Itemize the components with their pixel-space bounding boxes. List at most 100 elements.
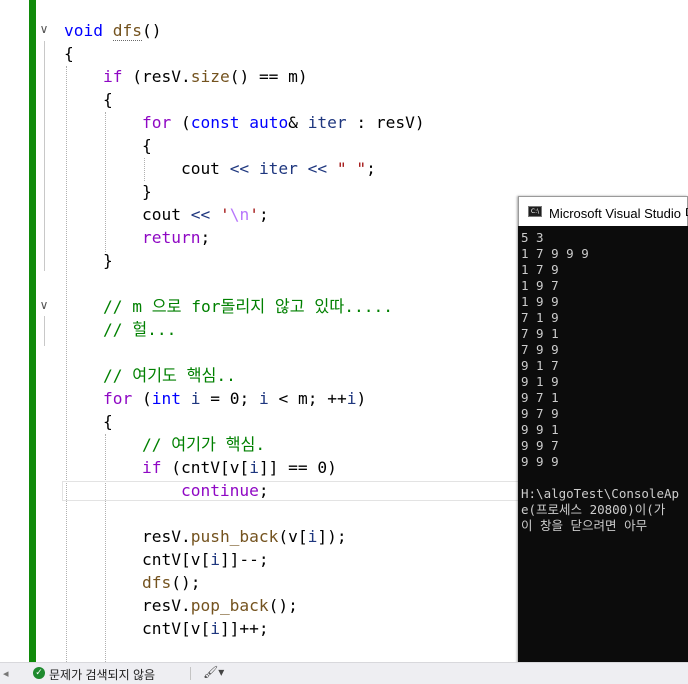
code-line[interactable]: cout << '\n';	[64, 203, 269, 226]
code-token: int	[151, 389, 181, 408]
code-line[interactable]: continue;	[64, 479, 269, 502]
console-output[interactable]: 5 31 7 9 9 91 7 91 9 71 9 97 1 97 9 17 9…	[521, 230, 688, 680]
console-window[interactable]: C:\ Microsoft Visual Studio 디 5 31 7 9 9…	[518, 196, 688, 683]
console-line: 9 9 1	[521, 422, 559, 437]
code-token: i	[307, 527, 318, 546]
console-line: 5 3	[521, 230, 544, 245]
fold-guide	[44, 41, 45, 271]
code-line[interactable]: cntV[v[i]]--;	[64, 548, 269, 571]
code-line[interactable]: for (int i = 0; i < m; ++i)	[64, 387, 366, 410]
code-token: i	[210, 550, 220, 569]
console-title: Microsoft Visual Studio 디	[549, 206, 688, 221]
code-line[interactable]: cout << iter << " ";	[64, 157, 376, 180]
fold-toggle-icon[interactable]: ∨	[37, 298, 51, 312]
issues-status[interactable]: 문제가 검색되지 않음	[49, 666, 155, 683]
code-token: i	[210, 619, 220, 638]
code-line[interactable]: {	[64, 410, 113, 433]
code-line[interactable]: // 여기가 핵심.	[64, 433, 265, 456]
status-divider	[190, 667, 191, 680]
code-line[interactable]: resV.push_back(v[i]);	[64, 525, 347, 548]
code-line[interactable]: // 여기도 핵심..	[64, 364, 236, 387]
code-cleanup-icon[interactable]: 🖌▾	[203, 665, 224, 679]
console-titlebar[interactable]: C:\ Microsoft Visual Studio 디	[518, 196, 688, 226]
code-token: cout	[64, 205, 191, 224]
code-line[interactable]: if (cntV[v[i]] == 0)	[64, 456, 337, 479]
code-token: ;	[366, 159, 376, 178]
code-token: continue	[180, 481, 259, 500]
console-line: 9 1 7	[521, 358, 559, 373]
zoom-scroll-arrow-icon[interactable]: ◂	[3, 667, 9, 680]
code-token: {	[64, 136, 152, 155]
code-token: cntV[v[	[64, 550, 211, 569]
code-line[interactable]: {	[64, 42, 74, 65]
code-token: i	[346, 389, 357, 408]
code-line[interactable]: for (const auto& iter : resV)	[64, 111, 425, 134]
console-line: 7 9 9	[521, 342, 559, 357]
code-token: < m; ++	[268, 389, 347, 408]
code-line[interactable]: void dfs()	[64, 19, 161, 42]
code-token: &	[288, 113, 308, 132]
code-token: (cntV[v[	[161, 458, 250, 477]
console-line: 9 7 1	[521, 390, 559, 405]
code-token: // m 으로 for돌리지 않고 있따.....	[102, 297, 393, 316]
code-line[interactable]: // 헐...	[64, 318, 176, 341]
code-token: {	[64, 412, 113, 431]
console-line: e(프로세스 20800)이(가	[521, 502, 666, 517]
code-token: i	[249, 458, 259, 477]
code-line[interactable]: }	[64, 249, 113, 272]
code-line[interactable]: resV.pop_back();	[64, 594, 298, 617]
code-line[interactable]: }	[64, 180, 152, 203]
code-token: dfs	[141, 573, 172, 592]
code-token: }	[64, 251, 113, 270]
code-token: // 여기가 핵심.	[141, 435, 266, 454]
console-line: 1 9 7	[521, 278, 559, 293]
code-token: // 헐...	[102, 320, 177, 339]
code-token: iter	[258, 159, 298, 178]
code-token: ()	[141, 21, 162, 40]
code-line[interactable]: {	[64, 88, 113, 111]
code-token: (	[171, 113, 191, 132]
code-line[interactable]: if (resV.size() == m)	[64, 65, 308, 88]
code-token: size	[190, 67, 230, 86]
code-token: if	[102, 67, 123, 86]
code-token: iter	[307, 113, 347, 132]
code-token: ;	[200, 228, 211, 247]
code-token: = 0;	[200, 389, 259, 408]
code-token: ]] == 0)	[258, 458, 337, 477]
code-token: ();	[171, 573, 201, 592]
code-token: (v[	[278, 527, 308, 546]
code-token: <<	[190, 205, 211, 224]
code-line[interactable]: dfs();	[64, 571, 201, 594]
code-token: dfs	[112, 21, 142, 41]
code-token: for	[102, 389, 133, 408]
code-token: ]);	[317, 527, 347, 546]
check-circle-icon: ✓	[33, 667, 45, 679]
code-token: i	[258, 389, 269, 408]
code-token: push_back	[190, 527, 279, 546]
code-line[interactable]: cntV[v[i]]++;	[64, 617, 269, 640]
code-line[interactable]: {	[64, 134, 152, 157]
code-token: ;	[258, 205, 269, 224]
code-token: cout	[64, 159, 230, 178]
code-token: <<	[229, 159, 250, 178]
console-app-icon: C:\	[528, 206, 542, 217]
fold-toggle-icon[interactable]: ∨	[37, 22, 51, 36]
console-line: 7 1 9	[521, 310, 559, 325]
code-token: ();	[268, 596, 298, 615]
code-token: }	[64, 182, 152, 201]
console-line: H:\algoTest\ConsoleAp	[521, 486, 680, 501]
code-line[interactable]: // m 으로 for돌리지 않고 있따.....	[64, 295, 393, 318]
code-token: return	[141, 228, 201, 247]
code-token: {	[64, 90, 113, 109]
code-line[interactable]: return;	[64, 226, 210, 249]
